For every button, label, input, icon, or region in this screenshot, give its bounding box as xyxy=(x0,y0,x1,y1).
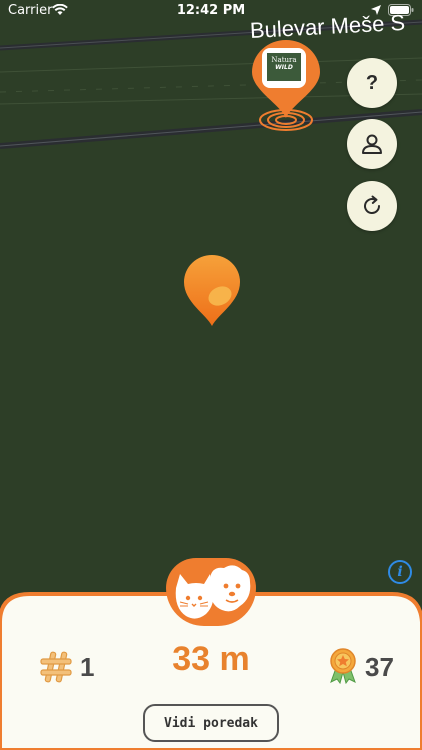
leaderboard-button[interactable]: Vidi poredak xyxy=(143,704,279,742)
pet-badge[interactable] xyxy=(166,558,256,626)
cat-dog-icon xyxy=(175,565,251,619)
rank-value: 1 xyxy=(80,652,95,682)
medal-icon xyxy=(330,648,356,684)
natura-wild-logo: Natura WILD xyxy=(262,48,306,88)
hashtag-icon xyxy=(40,651,72,683)
profile-button[interactable] xyxy=(347,119,397,169)
info-icon[interactable]: i xyxy=(388,560,412,584)
refresh-button[interactable] xyxy=(347,181,397,231)
refresh-icon xyxy=(364,195,381,215)
user-location-marker xyxy=(184,255,240,326)
logo-line-2: WILD xyxy=(275,64,293,71)
logo-line-1: Natura xyxy=(271,56,297,64)
question-mark-icon: ? xyxy=(365,71,379,94)
person-icon xyxy=(362,134,382,154)
help-button[interactable]: ? xyxy=(347,58,397,108)
distance-value: 33 m xyxy=(172,640,250,678)
points-value: 37 xyxy=(365,652,394,682)
